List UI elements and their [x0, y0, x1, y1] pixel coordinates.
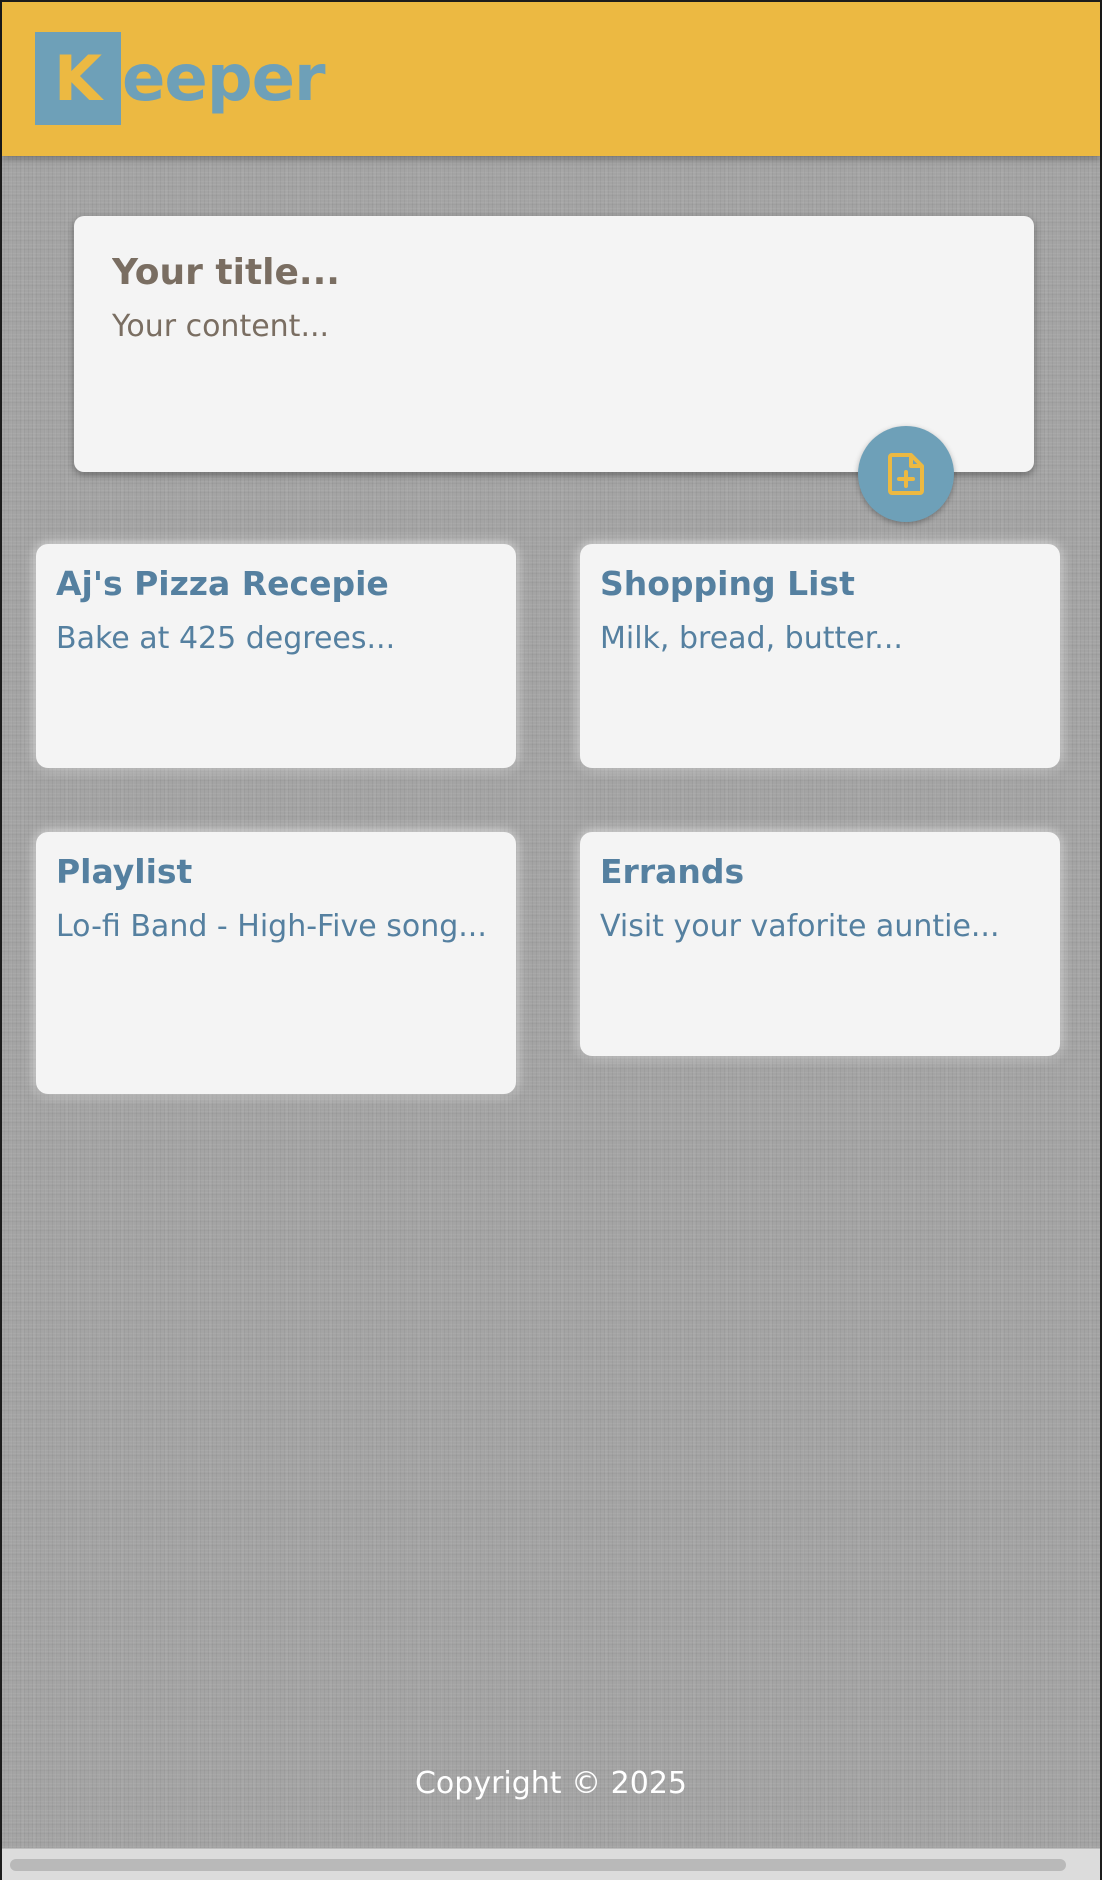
page-footer: Copyright © 2025 [2, 1766, 1100, 1802]
note-content: Bake at 425 degrees... [56, 620, 396, 656]
scrollbar-thumb[interactable] [10, 1859, 1066, 1871]
note-title: Errands [600, 852, 745, 891]
note-card[interactable]: Shopping List Milk, bread, butter... [580, 544, 1060, 768]
note-card[interactable]: Playlist Lo-fi Band - High-Five song... [36, 832, 516, 1094]
note-content: Lo-fi Band - High-Five song... [56, 908, 487, 944]
note-content: Visit your vaforite auntie... [600, 908, 1000, 944]
note-title: Playlist [56, 852, 193, 891]
logo-text: eeper [122, 41, 326, 116]
note-content-input[interactable] [112, 309, 996, 419]
note-add-icon [888, 453, 924, 495]
logo-initial: K [35, 32, 121, 125]
note-title-input[interactable] [112, 252, 996, 293]
copyright-text: Copyright © 2025 [414, 1766, 687, 1801]
note-title: Shopping List [600, 564, 855, 603]
add-note-button[interactable] [858, 426, 954, 522]
note-card[interactable]: Aj's Pizza Recepie Bake at 425 degrees..… [36, 544, 516, 768]
horizontal-scrollbar[interactable] [2, 1848, 1100, 1880]
app-logo: K eeper [35, 32, 326, 125]
note-title: Aj's Pizza Recepie [56, 564, 389, 603]
note-card[interactable]: Errands Visit your vaforite auntie... [580, 832, 1060, 1056]
app-header: K eeper [2, 0, 1100, 156]
note-content: Milk, bread, butter... [600, 620, 903, 656]
